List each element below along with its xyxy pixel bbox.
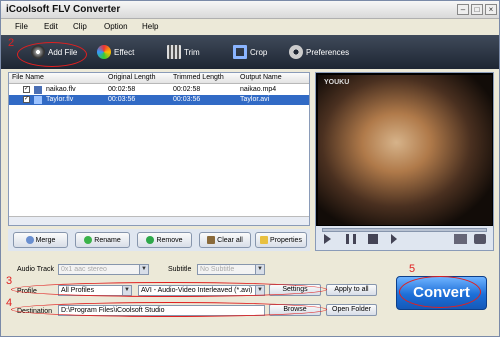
rename-button[interactable]: Rename: [75, 232, 130, 248]
effect-button[interactable]: Effect: [97, 44, 134, 60]
menu-clip[interactable]: Clip: [73, 22, 87, 31]
subtitle-value: No Subtitle: [200, 266, 235, 273]
clear-all-button[interactable]: Clear all: [199, 232, 251, 248]
file-list-header: File Name Original Length Trimmed Length…: [9, 73, 309, 84]
close-button[interactable]: ×: [485, 4, 497, 15]
audio-track-value: 0x1 aac stereo: [61, 266, 107, 273]
gear-icon: [289, 45, 303, 59]
watermark: YOUKU: [324, 79, 350, 86]
merge-label: Merge: [35, 236, 56, 244]
next-frame-icon[interactable]: [391, 234, 397, 244]
row-original-length: 00:02:58: [108, 86, 136, 93]
seek-bar[interactable]: [322, 228, 487, 232]
camera-icon[interactable]: [474, 234, 486, 244]
pause-icon[interactable]: [346, 234, 356, 244]
properties-button[interactable]: Properties: [255, 232, 307, 248]
menu-help[interactable]: Help: [142, 22, 158, 31]
crop-icon: [233, 45, 247, 59]
remove-label: Remove: [156, 236, 183, 244]
apply-to-all-button[interactable]: Apply to all: [326, 284, 377, 296]
video-preview: YOUKU: [318, 75, 492, 225]
table-row[interactable]: ✓ Taylor.flv 00:03:56 00:03:56 Taylor.av…: [9, 95, 309, 105]
preferences-button[interactable]: Preferences: [289, 44, 349, 60]
crop-label: Crop: [250, 47, 268, 57]
annotation-number: 4: [6, 297, 13, 309]
remove-icon: [146, 236, 155, 244]
merge-button[interactable]: Merge: [13, 232, 68, 248]
trim-label: Trim: [184, 47, 200, 57]
video-file-icon: [34, 86, 42, 94]
annotation-number: 3: [6, 275, 13, 287]
annotation-number: 5: [409, 263, 416, 275]
chevron-down-icon: ▼: [255, 265, 264, 274]
open-folder-button[interactable]: Open Folder: [326, 304, 377, 316]
table-row[interactable]: ✓ naikao.flv 00:02:58 00:02:58 naikao.mp…: [9, 85, 309, 95]
annotation-ellipse: [11, 282, 327, 297]
effect-icon: [97, 45, 111, 59]
subtitle-select[interactable]: No Subtitle ▼: [197, 264, 265, 275]
stop-icon[interactable]: [368, 234, 378, 244]
row-file-name: naikao.flv: [46, 86, 76, 93]
folder-icon[interactable]: [454, 234, 467, 244]
row-checkbox[interactable]: ✓: [23, 96, 30, 103]
clear-all-label: Clear all: [217, 236, 243, 244]
rename-label: Rename: [94, 236, 121, 244]
broom-icon: [207, 236, 216, 244]
rename-icon: [84, 236, 93, 244]
annotation-ellipse: [399, 276, 481, 308]
col-trimmed-length[interactable]: Trimmed Length: [173, 74, 224, 81]
col-output-name[interactable]: Output Name: [240, 74, 282, 81]
title-bar: iCoolsoft FLV Converter – □ ×: [1, 1, 499, 19]
film-strip-icon: [167, 45, 181, 59]
menu-file[interactable]: File: [15, 22, 28, 31]
app-window: iCoolsoft FLV Converter – □ × File Edit …: [0, 0, 500, 337]
annotation-ellipse: [17, 42, 87, 67]
maximize-button[interactable]: □: [471, 4, 483, 15]
row-output-name: naikao.mp4: [240, 86, 277, 93]
file-list: File Name Original Length Trimmed Length…: [8, 72, 310, 226]
menu-option[interactable]: Option: [104, 22, 128, 31]
row-checkbox[interactable]: ✓: [23, 86, 30, 93]
row-file-name: Taylor.flv: [46, 96, 74, 103]
chevron-down-icon: ▼: [139, 265, 148, 274]
trim-button[interactable]: Trim: [167, 44, 200, 60]
horizontal-scrollbar[interactable]: [9, 216, 309, 225]
row-trimmed-length: 00:02:58: [173, 86, 201, 93]
subtitle-label: Subtitle: [168, 266, 192, 273]
merge-icon: [25, 236, 34, 244]
properties-icon: [260, 236, 269, 244]
preview-panel: YOUKU: [315, 72, 494, 251]
preferences-label: Preferences: [306, 47, 350, 57]
menu-edit[interactable]: Edit: [44, 22, 58, 31]
annotation-number: 2: [8, 37, 15, 49]
audio-track-select[interactable]: 0x1 aac stereo ▼: [58, 264, 149, 275]
minimize-button[interactable]: –: [457, 4, 469, 15]
effect-label: Effect: [114, 47, 135, 57]
annotation-ellipse: [11, 302, 327, 317]
properties-label: Properties: [270, 236, 302, 244]
row-trimmed-length: 00:03:56: [173, 96, 201, 103]
col-file-name[interactable]: File Name: [12, 74, 44, 81]
audio-track-label: Audio Track: [17, 266, 54, 273]
menu-bar: File Edit Clip Option Help: [1, 20, 499, 34]
video-file-icon: [34, 96, 42, 104]
row-output-name: Taylor.avi: [240, 96, 270, 103]
playback-controls: [316, 226, 493, 250]
col-original-length[interactable]: Original Length: [108, 74, 155, 81]
file-actions-bar: Merge Rename Remove Clear all Properties: [8, 229, 310, 251]
window-title: iCoolsoft FLV Converter: [6, 4, 121, 15]
remove-button[interactable]: Remove: [137, 232, 192, 248]
row-original-length: 00:03:56: [108, 96, 136, 103]
play-icon[interactable]: [324, 234, 331, 244]
crop-button[interactable]: Crop: [233, 44, 267, 60]
